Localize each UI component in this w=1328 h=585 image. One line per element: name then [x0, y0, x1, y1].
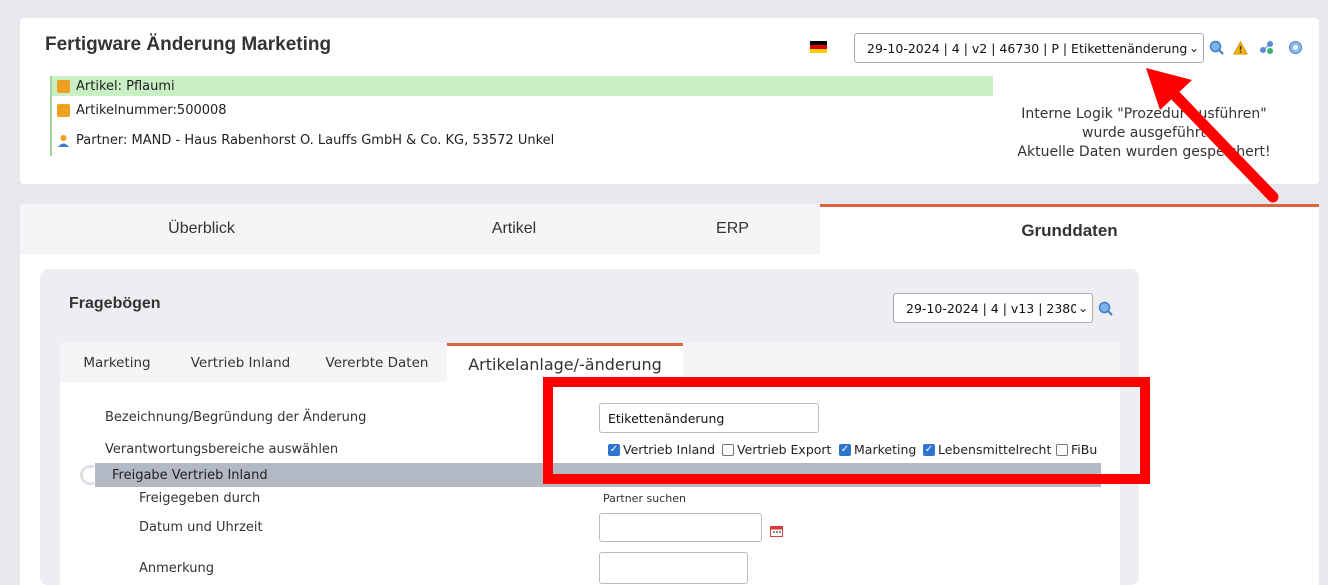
warning-icon[interactable] [1233, 40, 1248, 55]
calendar-icon[interactable] [770, 522, 783, 537]
artikelnummer-label: Artikelnummer:500008 [76, 102, 227, 118]
tab-grunddaten[interactable]: Grunddaten [820, 204, 1319, 254]
subtab-vertrieb-inland[interactable]: Vertrieb Inland [174, 343, 307, 382]
tab-artikel[interactable]: Artikel [383, 204, 645, 254]
highlight-box-annotation [543, 377, 1150, 484]
fragebogen-title: Fragebögen [69, 295, 161, 312]
article-info-box: Artikel: Pflaumi Artikelnummer:500008 Pa… [50, 76, 993, 156]
freigegeben-label: Freigegeben durch [139, 491, 261, 506]
page-title: Fertigware Änderung Marketing [45, 34, 332, 55]
version-select-value: 29-10-2024 | 4 | v2 | 46730 | P | Etiket… [867, 40, 1188, 56]
article-number-icon [57, 103, 70, 117]
bezeichnung-label: Bezeichnung/Begründung der Änderung [105, 410, 367, 425]
chevron-down-icon: ⌄ [1075, 301, 1088, 315]
datum-input[interactable] [599, 513, 762, 542]
fragebogen-version-value: 29-10-2024 | 4 | v13 | 2380 [906, 300, 1079, 316]
german-flag-icon[interactable] [810, 41, 827, 53]
anmerkung-textarea[interactable] [599, 552, 748, 584]
subtab-marketing[interactable]: Marketing [60, 343, 174, 382]
arrow-annotation-icon [1146, 68, 1279, 203]
collapse-toggle[interactable] [80, 465, 94, 485]
globe-icon[interactable] [1288, 40, 1303, 55]
artikel-label: Artikel: Pflaumi [76, 78, 175, 94]
partner-row: Partner: MAND - Haus Rabenhorst O. Lauff… [52, 130, 993, 150]
datum-label: Datum und Uhrzeit [139, 520, 263, 535]
artikel-row: Artikel: Pflaumi [52, 76, 993, 96]
main-tabs: Überblick Artikel ERP Grunddaten [20, 204, 1319, 254]
tab-erp[interactable]: ERP [645, 204, 820, 254]
partner-label: Partner: MAND - Haus Rabenhorst O. Lauff… [76, 132, 555, 148]
anmerkung-label: Anmerkung [139, 561, 214, 576]
person-icon [57, 134, 70, 147]
share-icon[interactable] [1259, 40, 1274, 55]
version-select[interactable]: 29-10-2024 | 4 | v2 | 46730 | P | Etiket… [854, 33, 1204, 63]
fragebogen-version-select[interactable]: 29-10-2024 | 4 | v13 | 2380 ⌄ [893, 293, 1093, 323]
chevron-down-icon: ⌄ [1186, 41, 1199, 55]
verantwortung-label: Verantwortungsbereiche auswählen [105, 442, 339, 457]
partner-suchen-link[interactable]: Partner suchen [603, 492, 686, 505]
tab-ueberblick[interactable]: Überblick [20, 204, 383, 254]
artikelnummer-row: Artikelnummer:500008 [52, 100, 993, 120]
subtab-vererbte-daten[interactable]: Vererbte Daten [307, 343, 447, 382]
article-icon [57, 79, 70, 93]
search-icon[interactable] [1209, 40, 1224, 55]
search-icon[interactable] [1098, 301, 1113, 316]
